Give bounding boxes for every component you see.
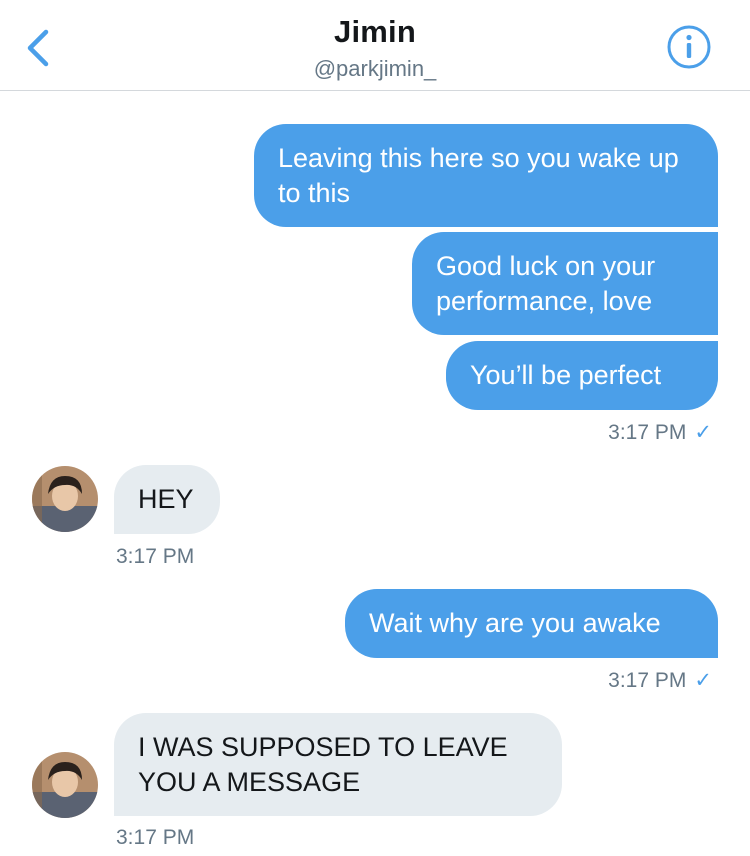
- message-text: Wait why are you awake: [369, 608, 661, 638]
- info-button[interactable]: [666, 24, 712, 70]
- message-text: Good luck on your performance, love: [436, 251, 656, 316]
- contact-handle: @parkjimin_: [313, 56, 437, 81]
- info-icon: [667, 25, 711, 69]
- message-text: You’ll be perfect: [470, 360, 662, 390]
- avatar[interactable]: [32, 466, 98, 532]
- dm-conversation: Jimin @parkjimin_ Leaving this here so y…: [0, 0, 750, 856]
- message-timestamp: 3:17 PM ✓: [608, 421, 712, 444]
- message-timestamp: 3:17 PM ✓: [608, 669, 712, 692]
- avatar[interactable]: [32, 752, 98, 818]
- read-check-icon: ✓: [694, 669, 712, 692]
- message-outgoing[interactable]: Wait why are you awake: [345, 589, 718, 658]
- message-text: Leaving this here so you wake up to this: [278, 143, 679, 208]
- message-text: I WAS SUPPOSED TO LEAVE YOU A MESSAGE: [138, 732, 508, 797]
- message-incoming[interactable]: I WAS SUPPOSED TO LEAVE YOU A MESSAGE: [114, 713, 562, 816]
- message-outgoing[interactable]: Good luck on your performance, love: [412, 232, 718, 335]
- message-text: HEY: [138, 484, 194, 514]
- message-timestamp: 3:17 PM: [116, 826, 195, 849]
- message-outgoing[interactable]: Leaving this here so you wake up to this: [254, 124, 718, 227]
- message-timestamp: 3:17 PM: [116, 545, 195, 568]
- message-outgoing[interactable]: You’ll be perfect: [446, 341, 718, 410]
- contact-name[interactable]: Jimin: [0, 14, 750, 50]
- avatar-image: [32, 752, 98, 818]
- conversation-header: Jimin @parkjimin_: [0, 0, 750, 91]
- read-check-icon: ✓: [694, 421, 712, 444]
- avatar-image: [32, 466, 98, 532]
- message-incoming[interactable]: HEY: [114, 465, 220, 534]
